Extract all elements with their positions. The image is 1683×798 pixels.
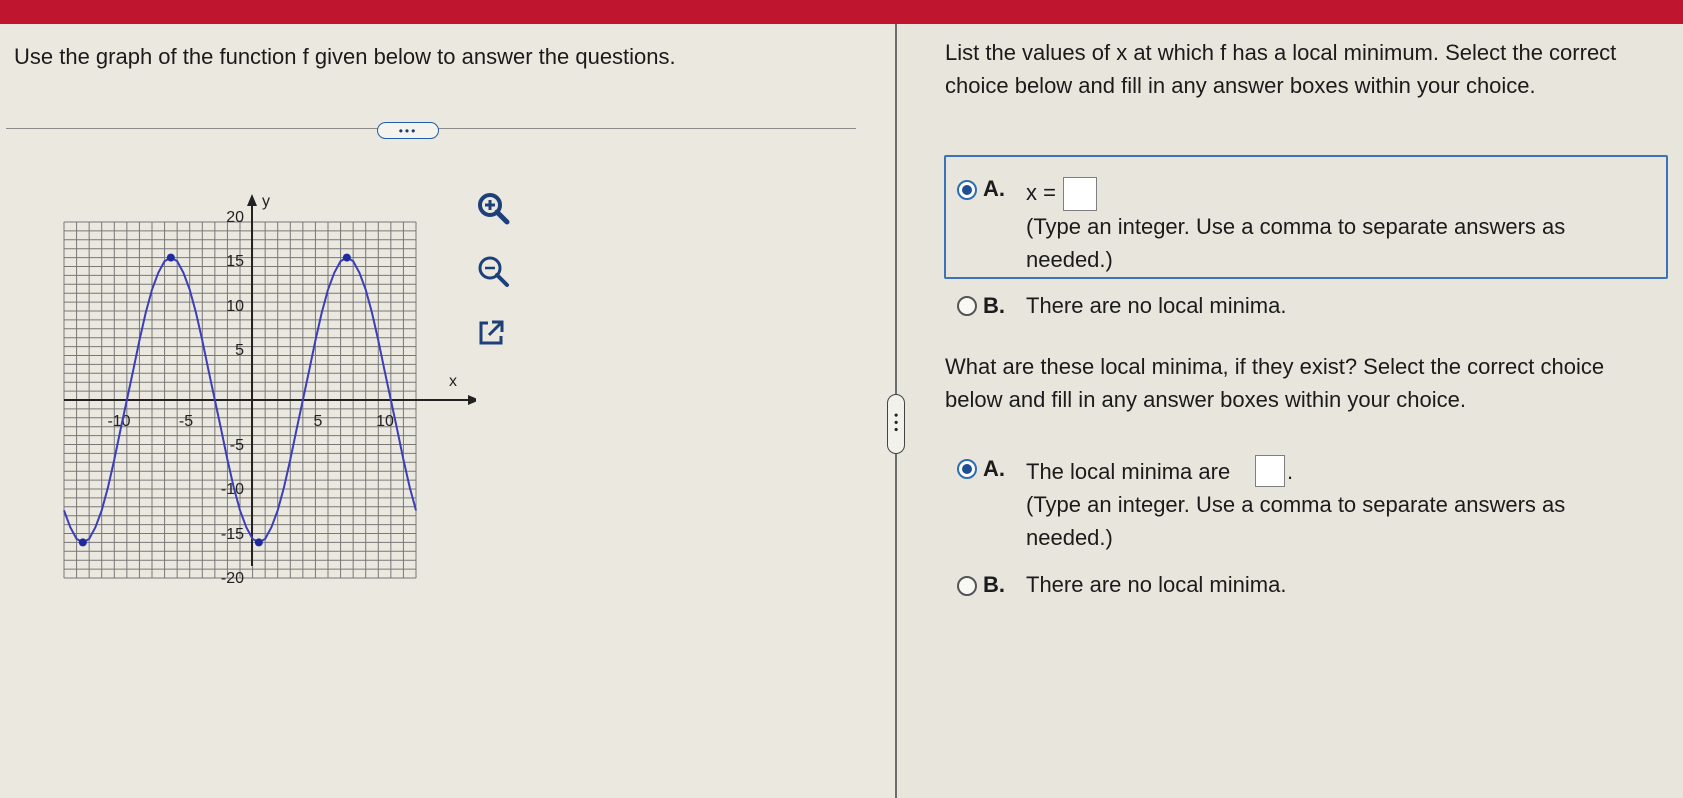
y-tick-label: -15: [221, 526, 244, 543]
q2-choice-a-radio[interactable]: [957, 459, 977, 479]
q2-choice-b-text: There are no local minima.: [1026, 572, 1287, 597]
y-axis-label: y: [262, 193, 270, 210]
question-text: Use the graph of the function f given be…: [14, 44, 676, 69]
y-axis-arrow-icon: [247, 194, 257, 206]
q1-choice-a-radio[interactable]: [957, 180, 977, 200]
y-tick-label: 15: [226, 253, 244, 270]
extremum-point: [166, 253, 175, 262]
q2-choice-a-suffix: .: [1287, 459, 1294, 484]
question-1-prompt: List the values of x at which f has a lo…: [945, 40, 1617, 98]
q2-choice-b-radio[interactable]: [957, 576, 977, 596]
q2-choice-a-letter: A.: [983, 456, 1005, 481]
q2-choice-a-prefix: The local minima are: [1026, 459, 1231, 484]
function-graph: y x 20 15 10 5 -5 -10 -15 -20 -10 -5 5 1…: [63, 193, 476, 586]
q1-choice-b-letter: B.: [983, 293, 1005, 318]
q1-choice-a-prefix: x =: [1026, 180, 1056, 205]
pane-resize-handle[interactable]: •••: [887, 394, 905, 454]
open-new-window-icon[interactable]: [476, 318, 506, 348]
y-tick-label: 20: [226, 209, 244, 226]
q2-choice-b-letter: B.: [983, 572, 1005, 597]
y-tick-label: -5: [230, 437, 244, 454]
x-tick-label: -5: [179, 413, 193, 430]
extremum-point: [254, 538, 263, 547]
q1-choice-b-radio[interactable]: [957, 296, 977, 316]
x-tick-label: -10: [107, 413, 130, 430]
y-tick-label: 5: [235, 342, 244, 359]
q2-answer-box[interactable]: [1255, 455, 1285, 487]
q1-choice-a-letter: A.: [983, 176, 1005, 201]
zoom-out-icon[interactable]: [475, 253, 511, 289]
question-2-prompt: What are these local minima, if they exi…: [945, 354, 1605, 412]
header-bar: [0, 0, 1683, 24]
zoom-in-icon[interactable]: [475, 190, 511, 226]
x-axis-arrow-icon: [468, 395, 476, 405]
x-axis-label: x: [449, 373, 457, 390]
q2-choice-a-hint: (Type an integer. Use a comma to separat…: [1026, 492, 1566, 550]
x-tick-label: 5: [314, 413, 323, 430]
q1-choice-b-text: There are no local minima.: [1026, 293, 1287, 318]
extremum-point: [78, 538, 87, 547]
expand-more-button[interactable]: •••: [377, 122, 439, 139]
graph-axes: y x 20 15 10 5 -5 -10 -15 -20 -10 -5 5 1…: [64, 193, 476, 586]
y-tick-label: 10: [226, 298, 244, 315]
x-tick-label: 10: [376, 413, 394, 430]
extremum-point: [342, 253, 351, 262]
q1-choice-a-hint: (Type an integer. Use a comma to separat…: [1026, 214, 1566, 272]
q1-answer-box[interactable]: [1063, 177, 1097, 211]
y-tick-label: -20: [221, 570, 244, 586]
